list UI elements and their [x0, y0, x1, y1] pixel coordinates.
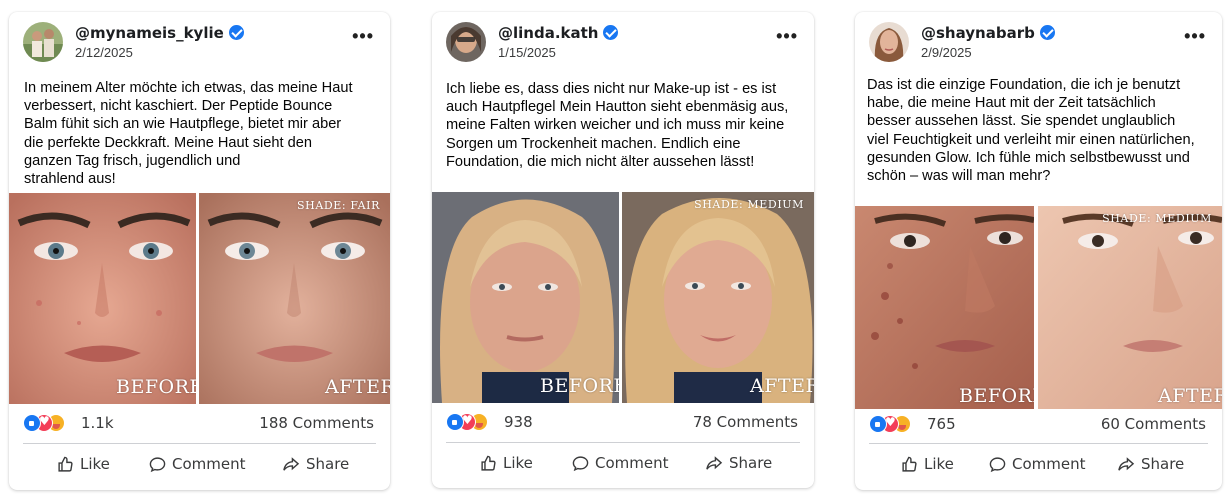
post-text: Das ist die einzige Foundation, die ich … [867, 77, 1195, 185]
before-photo: BEFORE [9, 193, 196, 404]
avatar[interactable] [23, 22, 63, 62]
post-stats: 765 60 Comments [869, 413, 1208, 437]
like-reaction-icon [446, 413, 464, 431]
comment-bubble-icon [572, 455, 589, 471]
comment-count[interactable]: 78 Comments [693, 413, 798, 431]
before-photo: BEFORE [432, 192, 619, 403]
reactions[interactable] [23, 414, 83, 434]
post-stats: 938 78 Comments [446, 411, 800, 435]
avatar[interactable] [446, 22, 486, 62]
thumbs-up-icon [481, 455, 496, 471]
post-date: 2/12/2025 [75, 45, 133, 60]
before-photo: BEFORE [855, 206, 1034, 409]
before-label: BEFORE [959, 385, 1034, 407]
like-label: Like [503, 454, 533, 472]
post-actions: Like Comment Share [23, 449, 376, 479]
more-options-icon[interactable]: ••• [776, 26, 798, 47]
post-header: @mynameis_kylie 2/12/2025 ••• [23, 22, 380, 66]
post-text: In meinem Alter möchte ich etwas, das me… [24, 80, 353, 188]
share-button[interactable]: Share [282, 449, 349, 479]
share-arrow-icon [706, 455, 723, 470]
divider [23, 443, 376, 444]
verified-badge-icon [228, 25, 244, 40]
shade-label: SHADE: FAIR [297, 199, 380, 212]
reaction-count[interactable]: 1.1k [81, 414, 114, 432]
more-options-icon[interactable]: ••• [352, 26, 374, 47]
comment-count[interactable]: 188 Comments [259, 414, 374, 432]
username[interactable]: @linda.kath [498, 24, 619, 42]
after-photo: SHADE: MEDIUM AFTER [1038, 206, 1222, 409]
post-text: Ich liebe es, dass dies nicht nur Make-u… [446, 81, 789, 170]
share-arrow-icon [283, 456, 300, 471]
post-date: 2/9/2025 [921, 45, 972, 60]
reactions[interactable] [869, 415, 929, 435]
comment-bubble-icon [989, 456, 1006, 472]
like-button[interactable]: Like [57, 449, 110, 479]
share-button[interactable]: Share [705, 448, 772, 478]
like-button[interactable]: Like [480, 448, 533, 478]
after-label: AFTER [1158, 385, 1222, 407]
verified-badge-icon [1039, 25, 1055, 40]
divider [446, 442, 800, 443]
share-label: Share [306, 455, 350, 473]
share-arrow-icon [1118, 456, 1135, 471]
divider [869, 443, 1208, 444]
like-reaction-icon [23, 414, 41, 432]
shade-label: SHADE: MEDIUM [1102, 212, 1212, 225]
share-label: Share [1141, 455, 1185, 473]
comment-button[interactable]: Comment [149, 449, 246, 479]
username[interactable]: @shaynabarb [921, 24, 1055, 42]
post-card: @linda.kath 1/15/2025 ••• Ich liebe es, … [432, 12, 814, 488]
shade-label: SHADE: MEDIUM [694, 198, 804, 211]
like-button[interactable]: Like [901, 449, 954, 479]
like-label: Like [924, 455, 954, 473]
avatar[interactable] [869, 22, 909, 62]
share-button[interactable]: Share [1117, 449, 1184, 479]
thumbs-up-icon [58, 456, 73, 472]
post-card: @mynameis_kylie 2/12/2025 ••• In meinem … [9, 12, 390, 490]
comment-label: Comment [172, 455, 246, 473]
like-label: Like [80, 455, 110, 473]
before-label: BEFORE [540, 375, 619, 397]
thumbs-up-icon [902, 456, 917, 472]
post-stats: 1.1k 188 Comments [23, 412, 376, 436]
share-label: Share [729, 454, 773, 472]
comment-bubble-icon [149, 456, 166, 472]
post-header: @linda.kath 1/15/2025 ••• [446, 22, 804, 66]
comment-count[interactable]: 60 Comments [1101, 415, 1206, 433]
verified-badge-icon [603, 25, 619, 40]
post-date: 1/15/2025 [498, 45, 556, 60]
before-label: BEFORE [116, 376, 196, 398]
comment-label: Comment [595, 454, 669, 472]
after-label: AFTER [750, 375, 814, 397]
reactions[interactable] [446, 413, 506, 433]
post-header: @shaynabarb 2/9/2025 ••• [869, 22, 1212, 66]
comment-label: Comment [1012, 455, 1086, 473]
post-actions: Like Comment Share [446, 448, 800, 478]
comment-button[interactable]: Comment [572, 448, 669, 478]
reaction-count[interactable]: 938 [504, 413, 533, 431]
comment-button[interactable]: Comment [989, 449, 1086, 479]
after-label: AFTER [325, 376, 390, 398]
post-card: @shaynabarb 2/9/2025 ••• Das ist die ein… [855, 12, 1222, 490]
post-actions: Like Comment Share [869, 449, 1208, 479]
reaction-count[interactable]: 765 [927, 415, 956, 433]
more-options-icon[interactable]: ••• [1184, 26, 1206, 47]
like-reaction-icon [869, 415, 887, 433]
after-photo: SHADE: FAIR AFTER [199, 193, 390, 404]
username[interactable]: @mynameis_kylie [75, 24, 244, 42]
after-photo: SHADE: MEDIUM AFTER [622, 192, 814, 403]
